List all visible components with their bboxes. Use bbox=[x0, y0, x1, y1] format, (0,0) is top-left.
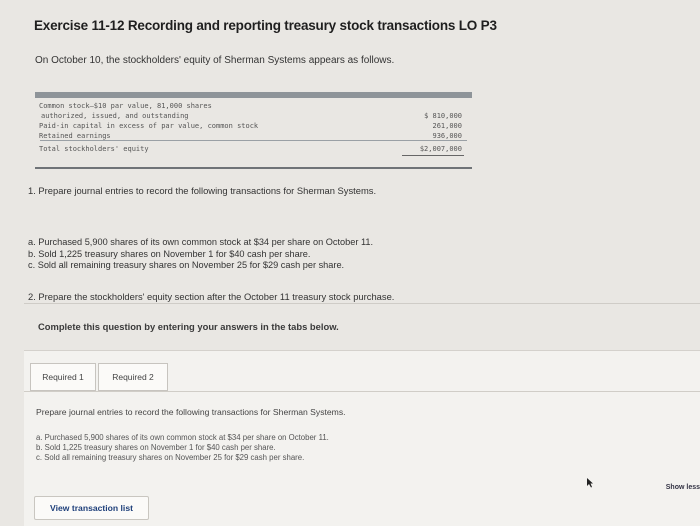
intro-text: On October 10, the stockholders' equity … bbox=[35, 55, 395, 66]
table-row: Total stockholders' equity $2,007,000 bbox=[35, 144, 472, 154]
mouse-cursor-icon bbox=[587, 478, 593, 488]
answer-panel: Required 1 Required 2 Prepare journal en… bbox=[24, 350, 700, 526]
divider bbox=[40, 140, 467, 141]
row-amount: $2,007,000 bbox=[419, 145, 462, 153]
transaction-list: a. Purchased 5,900 shares of its own com… bbox=[28, 237, 373, 272]
complete-instruction: Complete this question by entering your … bbox=[38, 321, 339, 332]
list-item: b. Sold 1,225 treasury shares on Novembe… bbox=[28, 248, 311, 259]
row-label: authorized, issued, and outstanding bbox=[41, 112, 189, 120]
list-item: a. Purchased 5,900 shares of its own com… bbox=[36, 433, 329, 442]
question-1: 1. Prepare journal entries to record the… bbox=[28, 185, 377, 196]
list-item: c. Sold all remaining treasury shares on… bbox=[28, 260, 345, 270]
row-amount: $ 810,000 bbox=[424, 112, 462, 120]
total-underline bbox=[402, 155, 464, 156]
question-2: 2. Prepare the stockholders' equity sect… bbox=[28, 291, 395, 302]
panel-instruction: Prepare journal entries to record the fo… bbox=[36, 407, 346, 417]
table-row: authorized, issued, and outstanding $ 81… bbox=[35, 111, 472, 121]
row-amount: 261,000 bbox=[432, 122, 462, 130]
row-label: Paid-in capital in excess of par value, … bbox=[39, 122, 259, 130]
instruction-banner: Complete this question by entering your … bbox=[24, 303, 700, 351]
stockholders-equity-table: Common stock—$10 par value, 81,000 share… bbox=[35, 92, 472, 169]
row-label: Total stockholders' equity bbox=[39, 145, 149, 153]
panel-transaction-list: a. Purchased 5,900 shares of its own com… bbox=[36, 433, 329, 463]
list-item: c. Sold all remaining treasury shares on… bbox=[36, 453, 305, 462]
view-transaction-list-button[interactable]: View transaction list bbox=[34, 496, 149, 520]
divider bbox=[24, 391, 700, 392]
list-item: a. Purchased 5,900 shares of its own com… bbox=[28, 237, 374, 247]
row-label: Common stock—$10 par value, 81,000 share… bbox=[39, 102, 212, 110]
tab-required-2[interactable]: Required 2 bbox=[98, 363, 168, 391]
page-title: Exercise 11-12 Recording and reporting t… bbox=[34, 18, 497, 33]
list-item: b. Sold 1,225 treasury shares on Novembe… bbox=[36, 443, 276, 452]
show-less-link[interactable]: Show less bbox=[666, 484, 700, 491]
page: Exercise 11-12 Recording and reporting t… bbox=[0, 0, 700, 526]
tab-required-1[interactable]: Required 1 bbox=[30, 363, 96, 391]
table-bottom-bar bbox=[35, 167, 472, 169]
table-row: Paid-in capital in excess of par value, … bbox=[35, 121, 472, 131]
table-row: Common stock—$10 par value, 81,000 share… bbox=[35, 101, 472, 111]
